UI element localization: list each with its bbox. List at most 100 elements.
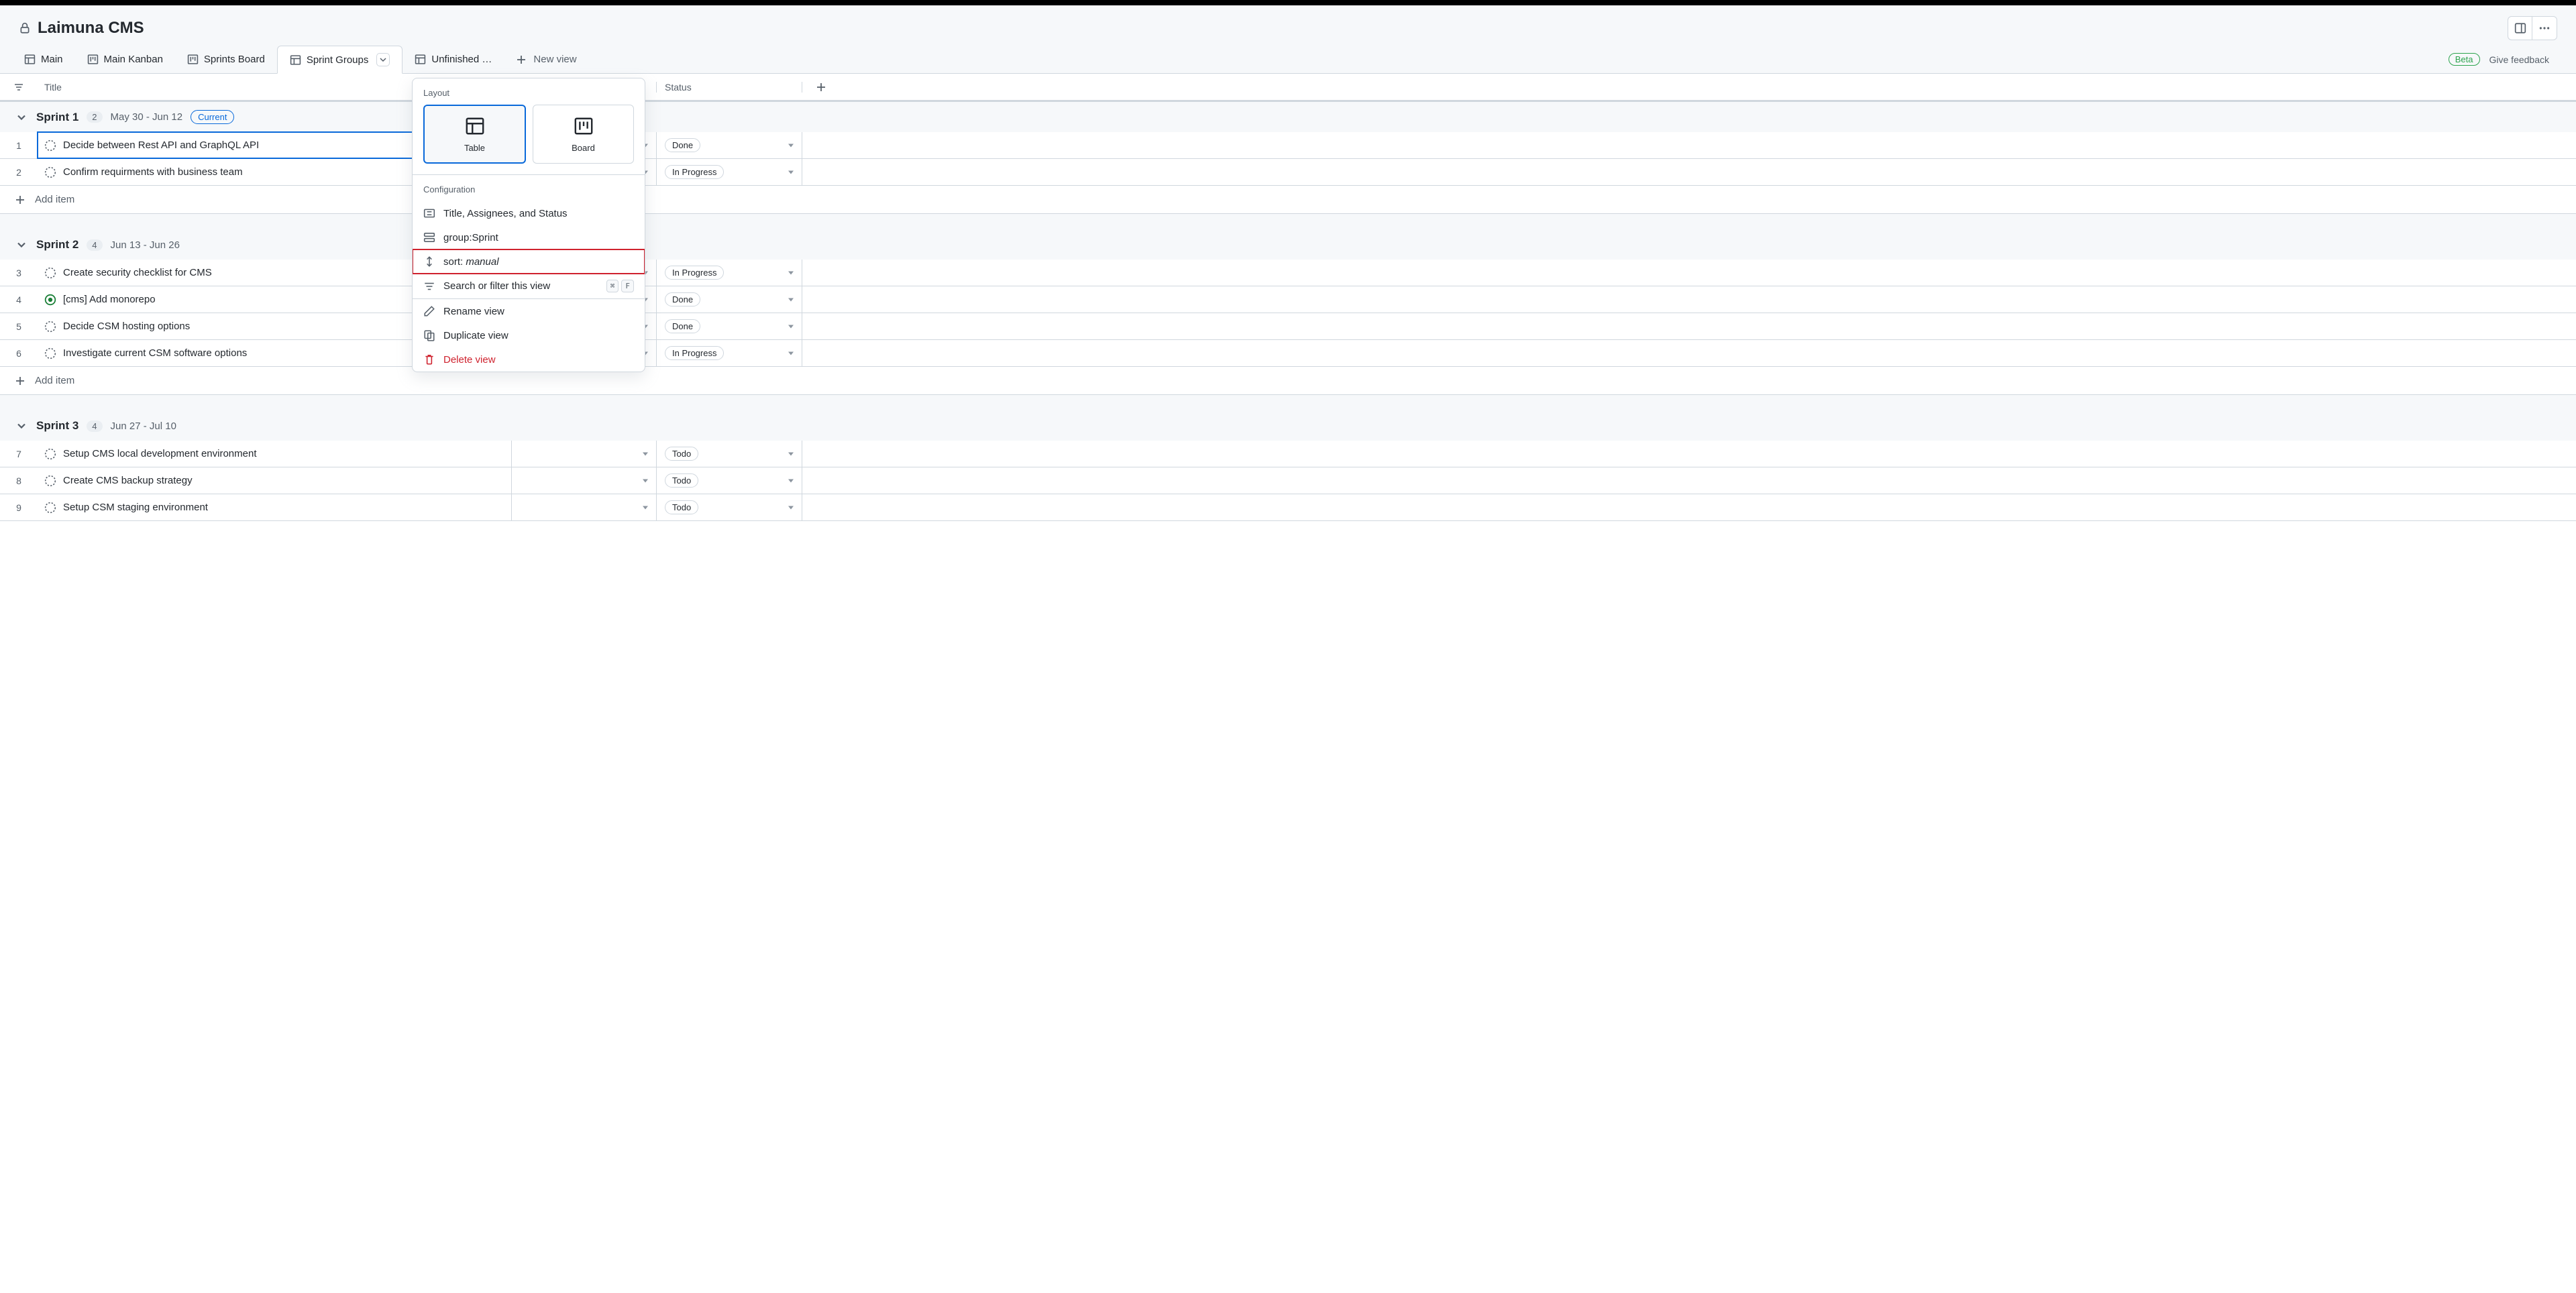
tab-main-kanban[interactable]: Main Kanban xyxy=(75,47,175,72)
row-number: 2 xyxy=(0,159,38,185)
board-icon xyxy=(87,54,99,65)
delete-view-row[interactable]: Delete view xyxy=(413,347,645,372)
table-row[interactable]: 6 Investigate current CSM software option… xyxy=(0,340,2576,367)
status-pill: Done xyxy=(665,319,700,333)
group-count-badge: 2 xyxy=(87,111,102,123)
column-headers: Title Status xyxy=(0,74,2576,101)
config-group-row[interactable]: group:Sprint xyxy=(413,225,645,249)
plus-icon xyxy=(15,376,25,386)
row-status-cell[interactable]: Todo xyxy=(656,467,802,494)
row-empty-cell xyxy=(802,260,2576,286)
row-status-cell[interactable]: Done xyxy=(656,313,802,339)
column-status-header[interactable]: Status xyxy=(656,82,802,93)
config-search-row[interactable]: Search or filter this view ⌘ F xyxy=(413,274,645,298)
row-number: 6 xyxy=(0,340,38,366)
filter-button[interactable] xyxy=(0,82,38,93)
row-empty-cell xyxy=(802,467,2576,494)
table-row[interactable]: 9Setup CSM staging environment Todo xyxy=(0,494,2576,521)
row-number: 8 xyxy=(0,467,38,494)
duplicate-view-row[interactable]: Duplicate view xyxy=(413,323,645,347)
row-number: 4 xyxy=(0,286,38,313)
status-pill: Todo xyxy=(665,500,698,514)
row-title-cell[interactable]: Setup CMS local development environment xyxy=(38,441,511,467)
panel-toggle-button[interactable] xyxy=(2508,17,2532,40)
row-empty-cell xyxy=(802,340,2576,366)
table-row[interactable]: 8Create CMS backup strategy Todo xyxy=(0,467,2576,494)
row-title-text: Confirm requirments with business team xyxy=(63,166,243,178)
config-fields-row[interactable]: Title, Assignees, and Status xyxy=(413,201,645,225)
trash-icon xyxy=(423,353,435,366)
group-gap xyxy=(0,395,2576,411)
table-row[interactable]: 4 [cms] Add monorepo Done xyxy=(0,286,2576,313)
row-title-text: Investigate current CSM software options xyxy=(63,347,247,359)
row-number: 1 xyxy=(0,132,38,158)
row-status-cell[interactable]: Todo xyxy=(656,494,802,520)
add-item-button[interactable]: Add item xyxy=(0,186,2576,214)
row-number: 9 xyxy=(0,494,38,520)
row-title-text: Decide between Rest API and GraphQL API xyxy=(63,139,259,151)
tab-unfinished[interactable]: Unfinished … xyxy=(402,47,504,72)
group-gap xyxy=(0,214,2576,230)
current-badge: Current xyxy=(191,110,234,124)
row-status-cell[interactable]: Done xyxy=(656,132,802,158)
new-view-button[interactable]: New view xyxy=(504,47,588,72)
kebab-icon xyxy=(2538,22,2551,34)
row-assignee-cell[interactable] xyxy=(511,494,656,520)
delete-text: Delete view xyxy=(443,354,496,366)
row-status-cell[interactable]: In Progress xyxy=(656,260,802,286)
lock-icon xyxy=(19,22,31,34)
config-sort-text: sort: manual xyxy=(443,256,499,268)
layout-options: Table Board xyxy=(413,105,645,174)
row-status-cell[interactable]: Done xyxy=(656,286,802,313)
group-name: Sprint 3 xyxy=(36,419,78,433)
row-title-cell[interactable]: Create CMS backup strategy xyxy=(38,467,511,494)
window-chrome-top xyxy=(0,0,2576,5)
rename-view-row[interactable]: Rename view xyxy=(413,299,645,323)
group-header[interactable]: Sprint 12May 30 - Jun 12Current xyxy=(0,101,2576,132)
config-sort-row[interactable]: sort: manual xyxy=(413,249,645,274)
table-row[interactable]: 3Create security checklist for CMSIn Pro… xyxy=(0,260,2576,286)
layout-option-table[interactable]: Table xyxy=(423,105,526,164)
draft-issue-icon xyxy=(44,347,56,359)
board-icon xyxy=(187,54,199,65)
tab-sprint-groups[interactable]: Sprint Groups xyxy=(277,46,403,74)
layout-label: Table xyxy=(464,143,485,153)
row-title-text: [cms] Add monorepo xyxy=(63,294,156,305)
row-title-text: Decide CSM hosting options xyxy=(63,321,190,332)
row-assignee-cell[interactable] xyxy=(511,441,656,467)
layout-option-board[interactable]: Board xyxy=(533,105,634,164)
tab-label: Unfinished … xyxy=(431,54,492,65)
table-row[interactable]: 7Setup CMS local development environment… xyxy=(0,441,2576,467)
more-menu-button[interactable] xyxy=(2532,17,2557,40)
project-header: Laimuna CMS xyxy=(0,5,2576,46)
row-empty-cell xyxy=(802,159,2576,185)
group-dates: May 30 - Jun 12 xyxy=(111,111,183,123)
layout-section-label: Layout xyxy=(413,78,645,105)
status-pill: In Progress xyxy=(665,346,724,360)
row-number: 5 xyxy=(0,313,38,339)
plus-icon xyxy=(516,54,527,65)
add-item-label: Add item xyxy=(35,375,74,386)
draft-issue-icon xyxy=(44,267,56,279)
tab-dropdown-button[interactable] xyxy=(376,53,390,66)
tab-sprints-board[interactable]: Sprints Board xyxy=(175,47,277,72)
sort-icon xyxy=(423,256,435,268)
group-header[interactable]: Sprint 34Jun 27 - Jul 10 xyxy=(0,411,2576,441)
group-header[interactable]: Sprint 24Jun 13 - Jun 26 xyxy=(0,230,2576,260)
table-row[interactable]: 2 Confirm requirments with business team I… xyxy=(0,159,2576,186)
table-row[interactable]: 5 Decide CSM hosting options Done xyxy=(0,313,2576,340)
status-pill: Todo xyxy=(665,473,698,488)
add-item-button[interactable]: Add item xyxy=(0,367,2576,395)
row-status-cell[interactable]: Todo xyxy=(656,441,802,467)
table-row[interactable]: 1 Decide between Rest API and GraphQL API… xyxy=(0,132,2576,159)
row-title-cell[interactable]: Setup CSM staging environment xyxy=(38,494,511,520)
table-icon xyxy=(465,116,485,136)
give-feedback-link[interactable]: Give feedback xyxy=(2489,54,2550,65)
add-column-button[interactable] xyxy=(802,82,839,93)
row-assignee-cell[interactable] xyxy=(511,467,656,494)
tab-main[interactable]: Main xyxy=(12,47,75,72)
fields-icon xyxy=(423,207,435,219)
table-icon xyxy=(290,54,301,66)
row-status-cell[interactable]: In Progress xyxy=(656,159,802,185)
row-status-cell[interactable]: In Progress xyxy=(656,340,802,366)
